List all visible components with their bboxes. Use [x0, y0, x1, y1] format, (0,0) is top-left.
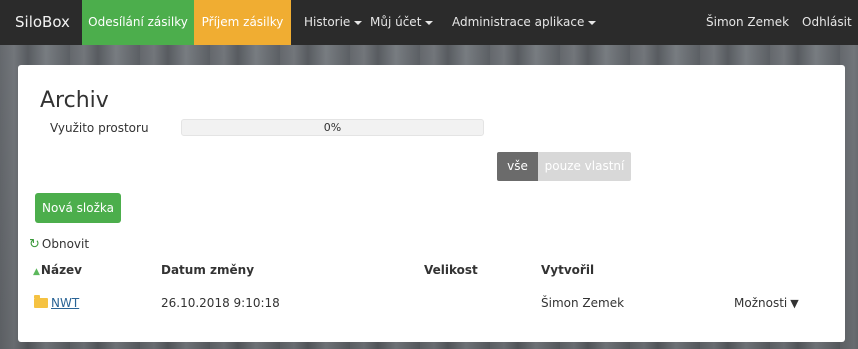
options-label: Možnosti: [734, 296, 788, 310]
triangle-down-icon: ▼: [790, 297, 799, 310]
column-header-created-by[interactable]: Vytvořil: [541, 263, 594, 277]
nav-admin-label: Administrace aplikace: [452, 15, 585, 29]
folder-created-by-cell: Šimon Zemek: [541, 296, 625, 310]
nav-account-dropdown[interactable]: Můj účet: [370, 0, 434, 45]
caret-down-icon: [588, 20, 597, 25]
nav-send-shipment[interactable]: Odesílání zásilky: [82, 0, 194, 45]
folder-date-cell: 26.10.2018 9:10:18: [161, 296, 280, 310]
refresh-link[interactable]: ↻ Obnovit: [29, 237, 89, 252]
page-title: Archiv: [40, 88, 109, 113]
storage-usage-text: 0%: [323, 121, 342, 134]
refresh-label: Obnovit: [41, 237, 90, 251]
brand-logo[interactable]: SiloBox: [15, 0, 70, 45]
nav-history-label: Historie: [304, 15, 351, 29]
logout-link[interactable]: Odhlásit: [802, 0, 852, 45]
sort-ascending-icon: ▲: [33, 267, 40, 277]
folder-icon: [34, 295, 48, 308]
caret-down-icon: [425, 20, 434, 25]
filter-own-button[interactable]: pouze vlastní: [538, 152, 631, 181]
column-header-size[interactable]: Velikost: [424, 263, 478, 277]
nav-receive-shipment[interactable]: Příjem zásilky: [194, 0, 291, 45]
top-navbar: SiloBox Odesílání zásilky Příjem zásilky…: [0, 0, 858, 45]
column-header-date[interactable]: Datum změny: [161, 263, 254, 277]
new-folder-button[interactable]: Nová složka: [35, 193, 121, 223]
storage-usage-label: Využito prostoru: [50, 121, 149, 135]
refresh-icon: ↻: [29, 237, 40, 252]
column-header-name[interactable]: ▲Název: [33, 263, 82, 277]
nav-admin-dropdown[interactable]: Administrace aplikace: [452, 0, 597, 45]
filter-all-button[interactable]: vše: [497, 152, 538, 181]
archive-panel: Archiv Využito prostoru 0% vše pouze vla…: [18, 65, 845, 342]
caret-down-icon: [354, 20, 363, 25]
nav-history-dropdown[interactable]: Historie: [304, 0, 363, 45]
storage-usage-bar: 0%: [181, 119, 484, 136]
folder-options-dropdown[interactable]: Možnosti ▼: [734, 296, 799, 310]
column-header-name-label: Název: [40, 263, 83, 277]
folder-name-cell[interactable]: NWT: [34, 295, 79, 310]
nav-account-label: Můj účet: [370, 15, 422, 29]
nav-user-name[interactable]: Šimon Zemek: [706, 0, 789, 45]
folder-link[interactable]: NWT: [51, 296, 79, 310]
